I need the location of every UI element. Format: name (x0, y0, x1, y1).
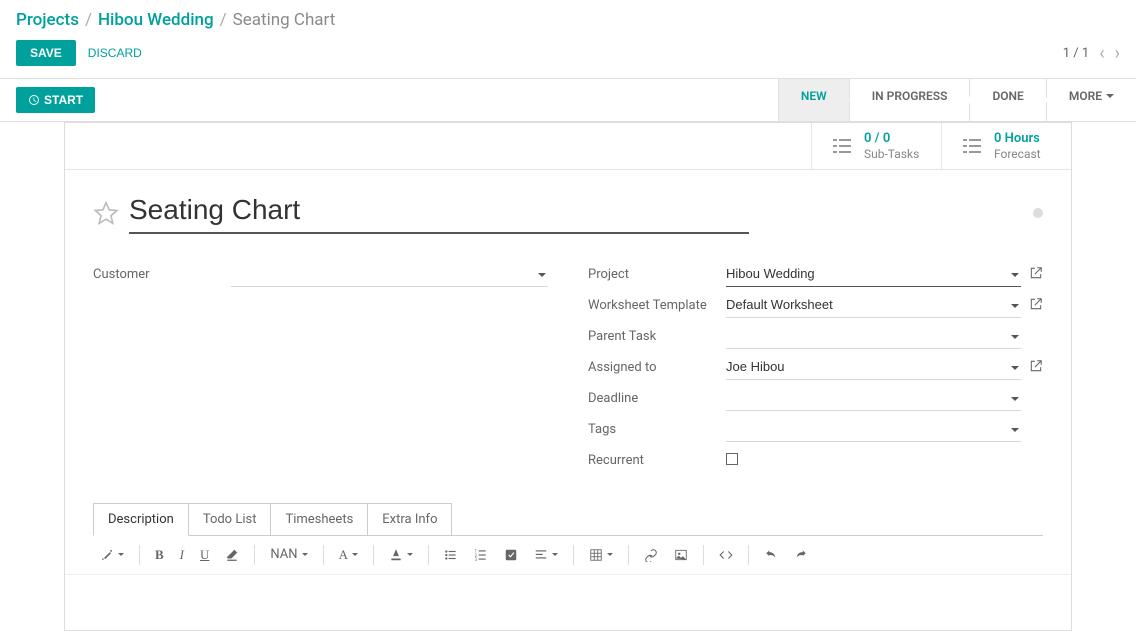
color-picker[interactable] (382, 543, 420, 567)
breadcrumb-projects[interactable]: Projects (16, 10, 79, 30)
chevron-down-icon[interactable] (1011, 366, 1019, 374)
save-button[interactable]: SAVE (16, 40, 76, 66)
breadcrumb: Projects / Hibou Wedding / Seating Chart (0, 0, 1136, 36)
tab-description[interactable]: Description (93, 503, 189, 536)
tabs: Description Todo List Timesheets Extra I… (93, 503, 1043, 536)
pager-text: 1 / 1 (1063, 46, 1089, 61)
breadcrumb-sep: / (220, 10, 227, 30)
assigned-label: Assigned to (588, 360, 726, 375)
stat-subtasks[interactable]: 0 / 0 Sub-Tasks (811, 123, 941, 169)
pager-next[interactable]: › (1115, 43, 1120, 64)
underline-button[interactable]: U (193, 542, 216, 568)
status-more[interactable]: MORE (1046, 79, 1136, 121)
editor-body[interactable] (65, 575, 1071, 630)
font-family-select[interactable]: A (332, 542, 365, 568)
font-size-select[interactable]: NAN (263, 542, 314, 567)
table-button[interactable] (582, 543, 620, 567)
list-icon (960, 134, 984, 158)
customer-field[interactable] (231, 264, 548, 283)
stat-subtasks-label: Sub-Tasks (864, 147, 919, 161)
checklist-button[interactable] (497, 543, 525, 567)
breadcrumb-current: Seating Chart (233, 10, 336, 30)
editor-toolbar: B I U NAN A 123 (65, 536, 1071, 575)
deadline-field[interactable] (726, 388, 1021, 407)
project-label: Project (588, 267, 726, 282)
title-row (65, 170, 1071, 242)
chevron-down-icon (1106, 94, 1114, 102)
template-label: Worksheet Template (588, 298, 726, 313)
template-field[interactable] (726, 295, 1021, 314)
status-done[interactable]: DONE (969, 79, 1045, 121)
start-button[interactable]: START (16, 87, 95, 113)
assigned-to-field[interactable] (726, 357, 1021, 376)
ordered-list-button[interactable]: 123 (467, 543, 495, 567)
project-field[interactable] (726, 264, 1021, 283)
external-link-icon[interactable] (1029, 266, 1043, 284)
stat-forecast[interactable]: 0 Hours Forecast (941, 123, 1071, 169)
pager: 1 / 1 ‹ › (1063, 43, 1120, 64)
chevron-down-icon[interactable] (1011, 304, 1019, 312)
status-new[interactable]: NEW (778, 79, 849, 121)
code-button[interactable] (712, 543, 740, 567)
chevron-down-icon[interactable] (1011, 335, 1019, 343)
stat-bar: 0 / 0 Sub-Tasks 0 Hours Forecast (65, 123, 1071, 170)
tags-label: Tags (588, 422, 726, 437)
deadline-label: Deadline (588, 391, 726, 406)
form-sheet: 0 / 0 Sub-Tasks 0 Hours Forecast Cu (64, 122, 1072, 631)
recurrent-checkbox[interactable] (726, 453, 738, 465)
stat-forecast-label: Forecast (994, 147, 1041, 161)
unordered-list-button[interactable] (437, 543, 465, 567)
chevron-down-icon[interactable] (538, 273, 546, 281)
svg-text:3: 3 (475, 557, 478, 562)
chevron-down-icon[interactable] (1011, 397, 1019, 405)
bold-button[interactable]: B (148, 542, 171, 568)
parent-label: Parent Task (588, 329, 726, 344)
clock-icon (28, 94, 40, 106)
customer-label: Customer (93, 267, 231, 282)
italic-button[interactable]: I (173, 542, 191, 568)
discard-button[interactable]: DISCARD (88, 46, 142, 60)
stat-subtasks-value: 0 / 0 (864, 131, 919, 147)
image-button[interactable] (667, 543, 695, 567)
tab-extra-info[interactable]: Extra Info (367, 503, 452, 536)
redo-button[interactable] (787, 543, 815, 567)
action-bar: SAVE DISCARD 1 / 1 ‹ › (0, 36, 1136, 78)
stat-forecast-value: 0 Hours (994, 131, 1041, 147)
status-row: START NEW IN PROGRESS DONE MORE (0, 78, 1136, 122)
tags-field[interactable] (726, 419, 1021, 438)
pager-prev[interactable]: ‹ (1099, 43, 1104, 64)
list-icon (830, 134, 854, 158)
chevron-down-icon[interactable] (1011, 428, 1019, 436)
align-button[interactable] (527, 543, 565, 567)
external-link-icon[interactable] (1029, 359, 1043, 377)
chevron-down-icon[interactable] (1011, 273, 1019, 281)
breadcrumb-sep: / (85, 10, 92, 30)
breadcrumb-project-name[interactable]: Hibou Wedding (98, 10, 214, 30)
kanban-state-dot[interactable] (1033, 208, 1043, 218)
wand-icon[interactable] (93, 543, 131, 567)
star-icon[interactable] (93, 200, 119, 226)
task-title-input[interactable] (129, 192, 749, 234)
parent-task-field[interactable] (726, 326, 1021, 345)
undo-button[interactable] (757, 543, 785, 567)
fields: Customer Project Worksh (65, 242, 1071, 493)
recurrent-label: Recurrent (588, 453, 726, 468)
tab-timesheets[interactable]: Timesheets (270, 503, 368, 536)
status-in-progress[interactable]: IN PROGRESS (849, 79, 970, 121)
external-link-icon[interactable] (1029, 297, 1043, 315)
status-bar: NEW IN PROGRESS DONE MORE (778, 79, 1136, 121)
tab-todo[interactable]: Todo List (188, 503, 272, 536)
eraser-icon[interactable] (218, 543, 246, 567)
link-button[interactable] (637, 543, 665, 567)
